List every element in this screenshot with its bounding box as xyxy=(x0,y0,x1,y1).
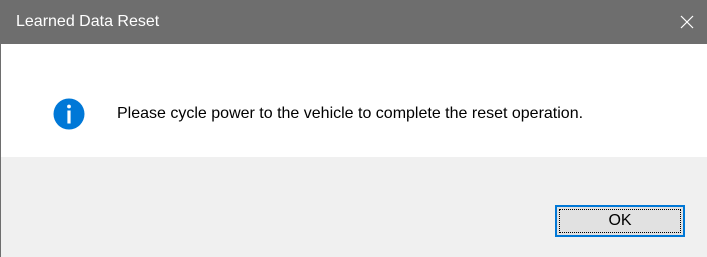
window-title: Learned Data Reset xyxy=(16,13,160,30)
button-bar: OK xyxy=(1,157,707,257)
dialog-content: Please cycle power to the vehicle to com… xyxy=(1,44,707,157)
info-icon xyxy=(53,98,85,130)
close-button[interactable] xyxy=(667,0,707,44)
message-text: Please cycle power to the vehicle to com… xyxy=(117,105,584,122)
close-icon xyxy=(679,14,695,30)
title-bar[interactable]: Learned Data Reset xyxy=(0,0,707,44)
ok-button[interactable]: OK xyxy=(555,205,685,237)
dialog-window: Learned Data Reset Please cycle power to… xyxy=(0,0,707,257)
ok-button-label: OK xyxy=(608,212,632,229)
